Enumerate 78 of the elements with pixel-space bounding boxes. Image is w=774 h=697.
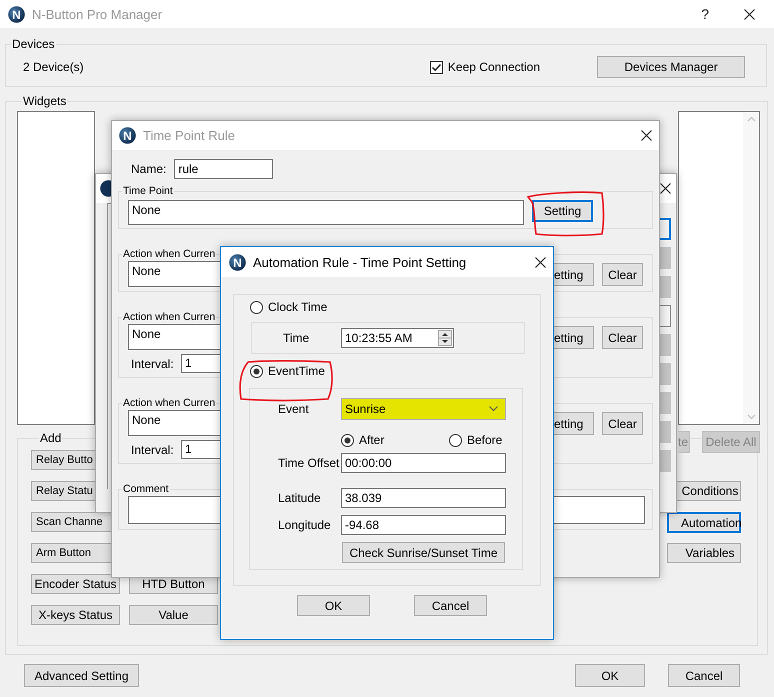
side-button[interactable]: [659, 305, 671, 327]
widget-add-button[interactable]: Value: [129, 605, 218, 625]
ok-button[interactable]: OK: [575, 664, 645, 687]
time-point-field[interactable]: None: [128, 200, 524, 225]
check-time-button[interactable]: Check Sunrise/Sunset Time: [342, 542, 505, 563]
action-field[interactable]: None: [128, 324, 220, 350]
widget-add-button[interactable]: Scan Channe: [31, 512, 111, 532]
latitude-field[interactable]: 38.039: [341, 488, 506, 508]
widget-add-button[interactable]: Relay Statu: [31, 481, 95, 501]
checkbox[interactable]: [430, 60, 443, 74]
field-label: Latitude: [278, 491, 322, 505]
group-label: Action when Curren: [122, 396, 216, 410]
clear-button[interactable]: Clear: [602, 326, 643, 349]
action-field[interactable]: None: [128, 410, 220, 436]
clear-button[interactable]: Clear: [602, 412, 643, 435]
field-label: Longitude: [278, 518, 332, 532]
interval-field[interactable]: 1: [181, 440, 220, 459]
widget-list[interactable]: [17, 111, 95, 425]
setting-button[interactable]: etting: [554, 412, 594, 435]
event-dropdown[interactable]: Sunrise: [341, 398, 506, 420]
chevron-down-icon: [489, 406, 498, 412]
setting-button[interactable]: Setting: [532, 200, 593, 222]
group-label: Comment: [122, 482, 170, 496]
field-label: Interval:: [131, 442, 175, 456]
group-label: Action when Curren: [122, 310, 216, 324]
field-label: Time Offset: [278, 456, 340, 470]
checkbox-label: Keep Connection: [448, 60, 540, 74]
advanced-setting-button[interactable]: Advanced Setting: [24, 664, 139, 687]
group-label: Time Point: [122, 184, 174, 198]
cancel-button[interactable]: Cancel: [414, 595, 487, 616]
close-icon[interactable]: [641, 130, 652, 141]
help-button[interactable]: ?: [701, 6, 709, 22]
radio-button[interactable]: [250, 300, 263, 314]
close-icon[interactable]: [660, 183, 671, 194]
widget-add-button[interactable]: X-keys Status: [31, 605, 120, 625]
widget-add-button[interactable]: Encoder Status: [31, 574, 120, 594]
setting-button[interactable]: etting: [554, 326, 594, 349]
window-title: Automation Rule - Time Point Setting: [253, 254, 466, 270]
radio-label: Before: [467, 433, 502, 447]
field-label: Name:: [131, 162, 166, 176]
name-field[interactable]: rule: [174, 159, 274, 179]
close-icon[interactable]: [744, 8, 755, 20]
radio-button[interactable]: [250, 364, 263, 378]
widget-add-button[interactable]: Variables: [667, 543, 741, 563]
clear-button[interactable]: Clear: [602, 263, 643, 286]
widget-add-button[interactable]: Relay Butto: [31, 450, 95, 470]
side-button[interactable]: [659, 218, 671, 240]
close-icon[interactable]: [535, 256, 546, 268]
radio-button[interactable]: [449, 434, 462, 446]
setting-button[interactable]: etting: [554, 263, 594, 286]
field-label: Time: [283, 331, 310, 345]
offset-field[interactable]: 00:00:00: [341, 453, 506, 473]
radio-label: EventTime: [268, 364, 325, 378]
group-label: Add: [39, 431, 62, 445]
group-label: Action when Curren: [122, 247, 216, 261]
widget-add-button[interactable]: Arm Button: [31, 543, 111, 563]
group-label: Widgets: [22, 94, 68, 108]
spin-buttons[interactable]: [438, 330, 452, 346]
radio-button[interactable]: [341, 434, 354, 446]
logo: [100, 180, 111, 197]
logo: N: [119, 127, 136, 144]
longitude-field[interactable]: -94.68: [341, 515, 506, 535]
devices-manager-button[interactable]: Devices Manager: [597, 56, 745, 78]
window-title: N-Button Pro Manager: [32, 6, 162, 22]
logo: N: [229, 254, 246, 270]
window-title: Time Point Rule: [143, 128, 235, 143]
field-label: Interval:: [131, 356, 175, 370]
group-label: Devices: [11, 37, 56, 51]
radio-label: Clock Time: [268, 300, 328, 314]
device-count: 2 Device(s): [23, 60, 84, 74]
time-field[interactable]: 10:23:55 AM: [341, 328, 454, 348]
cancel-button[interactable]: Cancel: [668, 664, 740, 687]
radio-label: After: [359, 433, 384, 447]
action-field[interactable]: None: [128, 261, 220, 287]
field-label: Event: [278, 402, 310, 416]
logo: N: [8, 6, 25, 22]
interval-field[interactable]: 1: [181, 354, 220, 373]
ok-button[interactable]: OK: [297, 595, 370, 616]
